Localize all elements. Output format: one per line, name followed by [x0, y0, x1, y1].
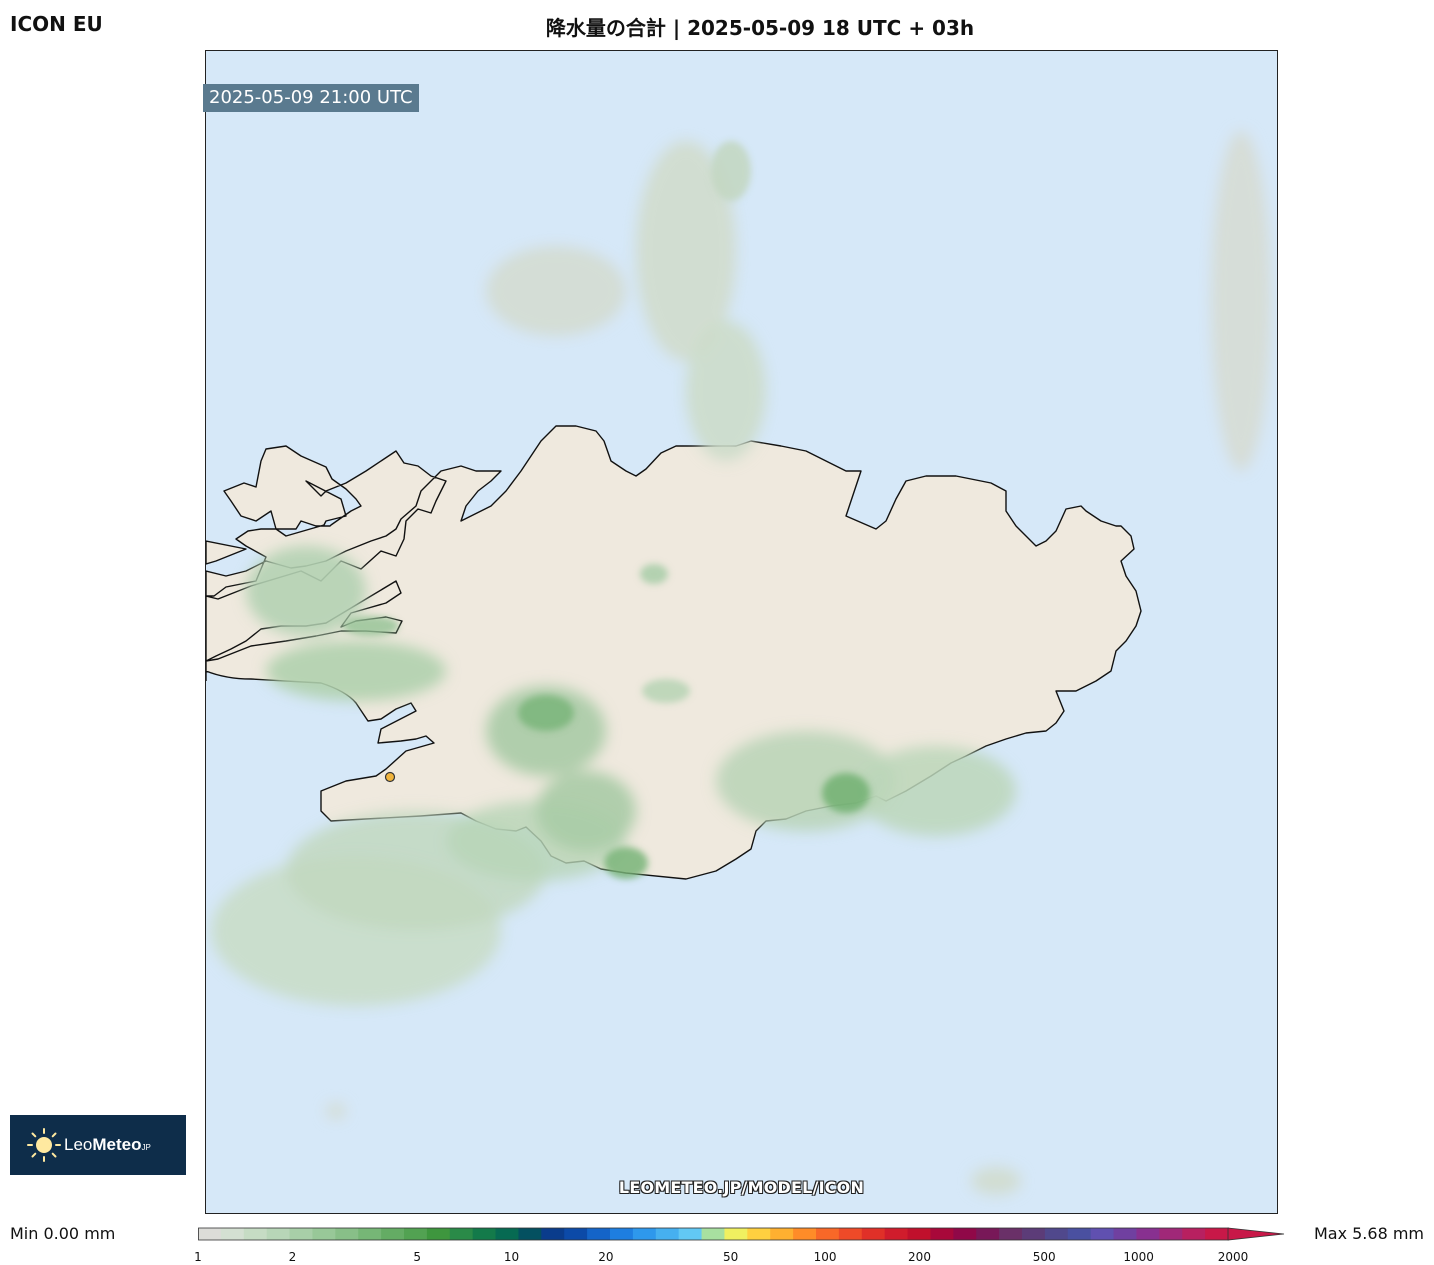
colorbar-tick-label: 100 [813, 1250, 837, 1264]
sun-icon [27, 1128, 61, 1162]
leometeo-logo[interactable]: LeoMeteoJP [10, 1115, 186, 1175]
model-name: ICON EU [10, 12, 103, 36]
colorbar-tick-label: 2000 [1217, 1250, 1249, 1264]
colorbar-tick-label: 1 [194, 1250, 202, 1264]
colorbar-segment [770, 1228, 794, 1240]
colorbar-segment [358, 1228, 382, 1240]
colorbar-segment [564, 1228, 588, 1240]
colorbar-tick-label: 50 [723, 1250, 739, 1264]
colorbar-tick-label: 20 [598, 1250, 614, 1264]
colorbar-segment [632, 1228, 657, 1240]
colorbar-segment [587, 1228, 611, 1240]
max-value-label: Max 5.68 mm [1313, 1224, 1424, 1243]
colorbar-segment [381, 1228, 405, 1240]
colorbar-segment [838, 1228, 863, 1240]
colorbar-segment [198, 1228, 222, 1240]
colorbar-segment [541, 1228, 565, 1240]
colorbar-segment [266, 1228, 291, 1240]
valid-time-label: 2025-05-09 21:00 UTC [203, 84, 419, 112]
colorbar-segment [495, 1228, 520, 1240]
colorbar-segment [449, 1228, 474, 1240]
colorbar-tick-label: 5 [413, 1250, 422, 1264]
colorbar-tick-label: 1000 [1123, 1250, 1154, 1264]
colorbar [198, 1227, 1285, 1241]
page-title: 降水量の合計 | 2025-05-09 18 UTC + 03h [545, 16, 975, 40]
logo-text: LeoMeteoJP [64, 1135, 151, 1154]
colorbar-segment [610, 1228, 634, 1240]
min-value-label: Min 0.00 mm [10, 1224, 116, 1243]
colorbar-segment [1044, 1228, 1069, 1240]
colorbar-segment [747, 1228, 771, 1240]
colorbar-segment [1205, 1228, 1229, 1240]
colorbar-segment [243, 1228, 268, 1240]
colorbar-segment [655, 1228, 680, 1240]
colorbar-segment [816, 1228, 840, 1240]
colorbar-segment [953, 1228, 977, 1240]
colorbar-extend-arrow [1227, 1227, 1285, 1241]
colorbar-segment [518, 1228, 542, 1240]
colorbar-segment [335, 1228, 359, 1240]
colorbar-segment [312, 1228, 336, 1240]
colorbar-segment [1022, 1228, 1046, 1240]
colorbar-segment [793, 1228, 817, 1240]
colorbar-segment [472, 1228, 497, 1240]
colorbar-segment [289, 1228, 314, 1240]
colorbar-segment [701, 1228, 726, 1240]
colorbar-segment [220, 1228, 245, 1240]
map-canvas [206, 51, 1277, 1213]
colorbar-segment [999, 1228, 1023, 1240]
colorbar-segment [1136, 1228, 1160, 1240]
colorbar-segment [930, 1228, 954, 1240]
colorbar-segment [724, 1228, 748, 1240]
colorbar-segment [404, 1228, 428, 1240]
colorbar-segment [884, 1228, 909, 1240]
colorbar-segment [1159, 1228, 1183, 1240]
colorbar-segment [426, 1228, 451, 1240]
colorbar-segment [1067, 1228, 1092, 1240]
colorbar-segment [861, 1228, 886, 1240]
precipitation-map[interactable] [205, 50, 1278, 1214]
colorbar-tick-label: 200 [908, 1250, 931, 1264]
colorbar-segment [907, 1228, 932, 1240]
watermark: LEOMETEO.JP/MODEL/ICON [618, 1178, 865, 1197]
location-dot-icon[interactable] [384, 771, 396, 783]
colorbar-tick-label: 2 [288, 1250, 297, 1264]
colorbar-segment [1113, 1228, 1138, 1240]
colorbar-segment [1182, 1228, 1206, 1240]
colorbar-segment [976, 1228, 1000, 1240]
colorbar-segment [678, 1228, 703, 1240]
colorbar-tick-label: 10 [503, 1250, 520, 1264]
colorbar-tick-label: 500 [1032, 1250, 1056, 1264]
colorbar-segment [1090, 1228, 1115, 1240]
